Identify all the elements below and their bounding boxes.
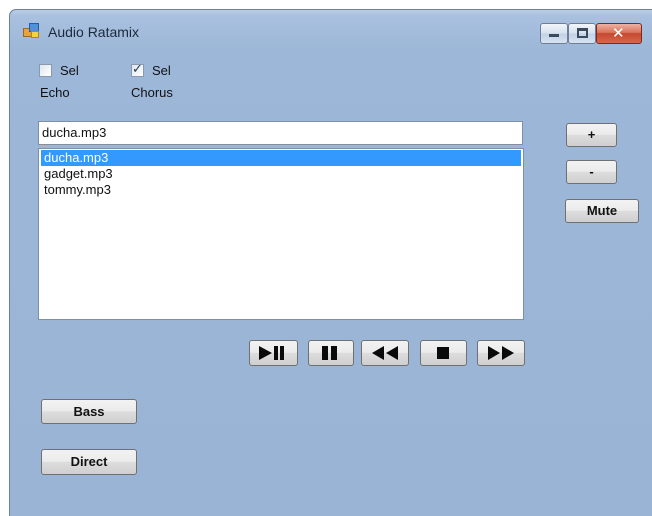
close-button[interactable]: ✕ xyxy=(596,23,642,44)
app-icon xyxy=(23,23,39,38)
playlist-listbox[interactable]: ducha.mp3 gadget.mp3 tommy.mp3 xyxy=(38,148,524,320)
close-icon: ✕ xyxy=(612,24,625,42)
play-pause-icon xyxy=(259,346,284,360)
chorus-sel-label: Sel xyxy=(152,63,171,78)
echo-caption: Echo xyxy=(40,85,70,100)
stop-button[interactable] xyxy=(420,340,467,366)
mute-button[interactable]: Mute xyxy=(565,199,639,223)
chorus-checkbox[interactable]: ✓ xyxy=(131,62,144,77)
app-window: Audio Ratamix ✕ Sel Echo ✓ Sel Chorus du… xyxy=(9,9,652,516)
rewind-button[interactable] xyxy=(361,340,409,366)
pause-icon xyxy=(322,346,337,360)
play-pause-button[interactable] xyxy=(249,340,298,366)
stop-icon xyxy=(437,347,449,359)
title-bar[interactable]: Audio Ratamix ✕ xyxy=(10,10,652,48)
bass-button[interactable]: Bass xyxy=(41,399,137,424)
echo-checkbox[interactable] xyxy=(39,64,52,77)
list-item[interactable]: ducha.mp3 xyxy=(41,150,521,166)
pause-button[interactable] xyxy=(308,340,354,366)
checkmark-icon: ✓ xyxy=(132,62,143,77)
list-item[interactable]: tommy.mp3 xyxy=(41,182,521,198)
fast-forward-icon xyxy=(488,346,514,360)
volume-up-button[interactable]: + xyxy=(566,123,617,147)
minimize-button[interactable] xyxy=(540,23,568,44)
maximize-icon xyxy=(577,28,588,38)
echo-sel-label: Sel xyxy=(60,63,79,78)
chorus-caption: Chorus xyxy=(131,85,173,100)
rewind-icon xyxy=(372,346,398,360)
maximize-button[interactable] xyxy=(568,23,596,44)
volume-down-button[interactable]: - xyxy=(566,160,617,184)
file-name-input[interactable]: ducha.mp3 xyxy=(38,121,523,145)
direct-button[interactable]: Direct xyxy=(41,449,137,475)
fast-forward-button[interactable] xyxy=(477,340,525,366)
minimize-icon xyxy=(549,34,559,37)
list-item[interactable]: gadget.mp3 xyxy=(41,166,521,182)
window-title: Audio Ratamix xyxy=(48,24,140,40)
